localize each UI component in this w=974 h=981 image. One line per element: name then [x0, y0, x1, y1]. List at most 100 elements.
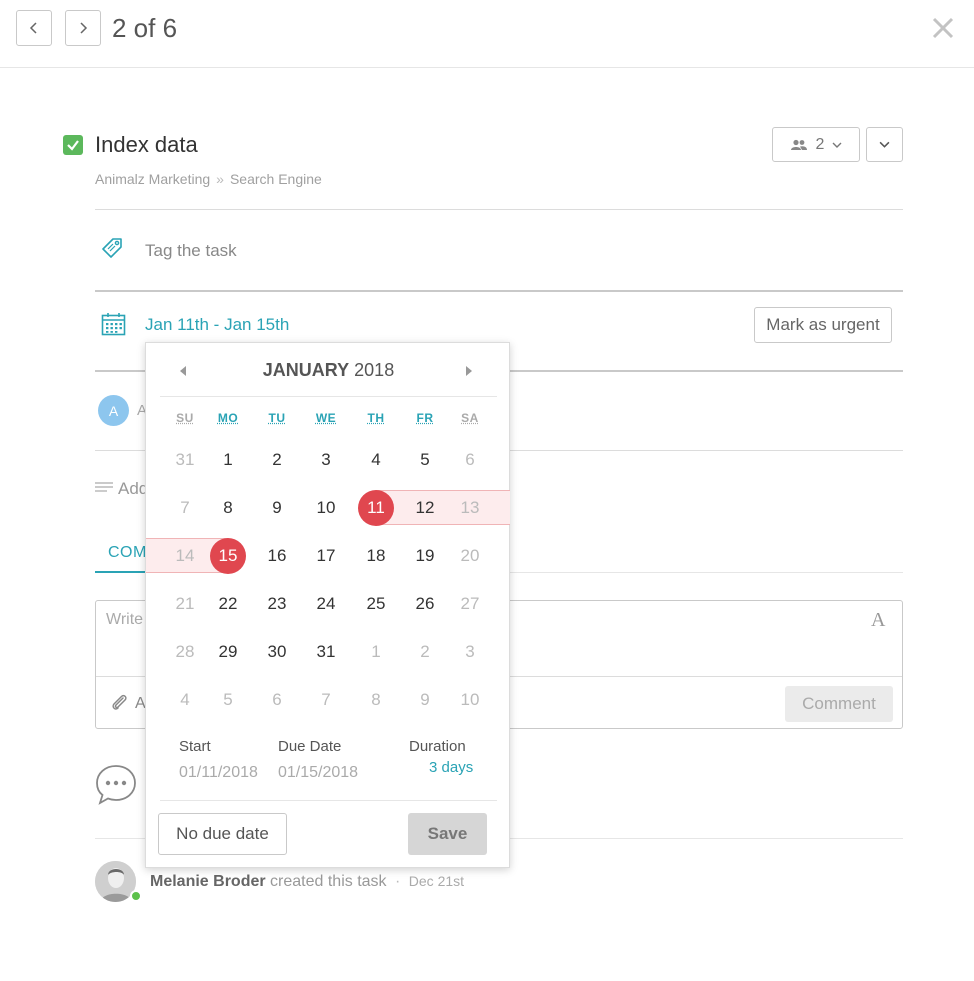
comment-bubble-icon [96, 765, 136, 805]
calendar-day[interactable]: 5 [405, 442, 445, 478]
header-divider [0, 67, 974, 68]
calendar-footer-divider [160, 800, 497, 801]
close-icon[interactable] [931, 16, 955, 40]
calendar-day[interactable]: 2 [405, 634, 445, 670]
previous-task-button[interactable] [16, 10, 52, 46]
calendar-day-selected[interactable]: 15 [208, 538, 248, 574]
task-menu-button[interactable] [866, 127, 903, 162]
calendar-day[interactable]: 7 [306, 682, 346, 718]
calendar-day[interactable]: 10 [306, 490, 346, 526]
add-description[interactable]: Add [118, 479, 148, 499]
calendar-day[interactable]: 2 [257, 442, 297, 478]
calendar-day[interactable]: 21 [165, 586, 205, 622]
members-button[interactable]: 2 [772, 127, 860, 162]
next-month-icon[interactable] [465, 365, 473, 377]
calendar-day[interactable]: 12 [405, 490, 445, 526]
paperclip-icon[interactable] [110, 692, 128, 712]
task-title[interactable]: Index data [95, 131, 198, 159]
breadcrumb-separator: » [216, 171, 224, 187]
tab-comments[interactable]: COM [108, 544, 147, 562]
start-date-value[interactable]: 01/11/2018 [179, 764, 258, 782]
calendar-day[interactable]: 13 [450, 490, 490, 526]
calendar-day[interactable]: 1 [208, 442, 248, 478]
chevron-down-icon [879, 141, 890, 148]
calendar-day[interactable]: 9 [405, 682, 445, 718]
comment-input[interactable]: Write [106, 611, 143, 629]
save-button[interactable]: Save [408, 813, 487, 855]
weekday-header: TH [367, 411, 385, 425]
calendar-day[interactable]: 3 [450, 634, 490, 670]
calendar-month-title: JANUARY 2018 [146, 360, 511, 381]
weekday-header: WE [315, 411, 337, 425]
breadcrumb-list[interactable]: Search Engine [230, 171, 322, 187]
calendar-day[interactable]: 10 [450, 682, 490, 718]
due-date-value[interactable]: 01/15/2018 [278, 764, 358, 782]
tag-task-input[interactable]: Tag the task [145, 240, 237, 262]
calendar-day[interactable]: 1 [356, 634, 396, 670]
calendar-day[interactable]: 9 [257, 490, 297, 526]
calendar-month: JANUARY [262, 360, 350, 380]
calendar-day[interactable]: 19 [405, 538, 445, 574]
mark-urgent-button[interactable]: Mark as urgent [754, 307, 892, 343]
duration-label: Duration [409, 738, 466, 755]
assignee-avatar[interactable]: A [98, 395, 129, 426]
text-format-icon[interactable]: A [871, 609, 885, 632]
calendar-icon [101, 313, 126, 336]
activity-action: created this task [270, 873, 387, 890]
weekday-header: FR [416, 411, 434, 425]
calendar-day[interactable]: 20 [450, 538, 490, 574]
calendar-day[interactable]: 31 [306, 634, 346, 670]
tag-icon [102, 238, 122, 258]
calendar-day[interactable]: 16 [257, 538, 297, 574]
breadcrumb-project[interactable]: Animalz Marketing [95, 171, 210, 187]
active-tab-indicator [95, 571, 147, 573]
calendar-day[interactable]: 8 [356, 682, 396, 718]
calendar-day[interactable]: 4 [165, 682, 205, 718]
weekday-header: TU [268, 411, 286, 425]
start-label: Start [179, 738, 211, 755]
calendar-day[interactable]: 6 [450, 442, 490, 478]
calendar-day[interactable]: 25 [356, 586, 396, 622]
people-icon [790, 139, 807, 150]
calendar-day[interactable]: 5 [208, 682, 248, 718]
calendar-day[interactable]: 31 [165, 442, 205, 478]
next-task-button[interactable] [65, 10, 101, 46]
members-count: 2 [815, 135, 825, 153]
calendar-day[interactable]: 27 [450, 586, 490, 622]
breadcrumb: Animalz Marketing » Search Engine [95, 170, 322, 188]
activity-entry: Melanie Broder created this task · Dec 2… [150, 873, 464, 891]
calendar-day[interactable]: 30 [257, 634, 297, 670]
date-picker-popover: JANUARY 2018 Start Due Date Duration 01/… [145, 342, 510, 868]
calendar-day[interactable]: 4 [356, 442, 396, 478]
calendar-day[interactable]: 17 [306, 538, 346, 574]
calendar-day[interactable]: 24 [306, 586, 346, 622]
duration-value[interactable]: 3 days [429, 759, 473, 776]
chevron-down-icon [832, 142, 842, 148]
calendar-day[interactable]: 3 [306, 442, 346, 478]
weekday-header: SU [176, 411, 194, 425]
calendar-day[interactable]: 7 [165, 490, 205, 526]
calendar-day[interactable]: 26 [405, 586, 445, 622]
calendar-day-selected[interactable]: 11 [356, 490, 396, 526]
weekday-header: MO [217, 411, 239, 425]
date-range-link[interactable]: Jan 11th - Jan 15th [145, 314, 289, 336]
due-date-label: Due Date [278, 738, 342, 755]
no-due-date-button[interactable]: No due date [158, 813, 287, 855]
calendar-day[interactable]: 23 [257, 586, 297, 622]
activity-user[interactable]: Melanie Broder [150, 873, 266, 890]
calendar-day[interactable]: 29 [208, 634, 248, 670]
divider [95, 290, 903, 292]
description-icon [95, 482, 113, 492]
comment-submit-button[interactable]: Comment [785, 686, 893, 722]
calendar-day[interactable]: 8 [208, 490, 248, 526]
task-complete-checkbox[interactable] [63, 135, 83, 155]
calendar-year: 2018 [354, 360, 395, 380]
chevron-left-icon [29, 22, 37, 34]
pager-text: 2 of 6 [112, 13, 178, 43]
calendar-day[interactable]: 22 [208, 586, 248, 622]
calendar-day[interactable]: 28 [165, 634, 205, 670]
online-status-indicator [130, 890, 142, 902]
calendar-day[interactable]: 18 [356, 538, 396, 574]
calendar-day[interactable]: 14 [165, 538, 205, 574]
calendar-day[interactable]: 6 [257, 682, 297, 718]
